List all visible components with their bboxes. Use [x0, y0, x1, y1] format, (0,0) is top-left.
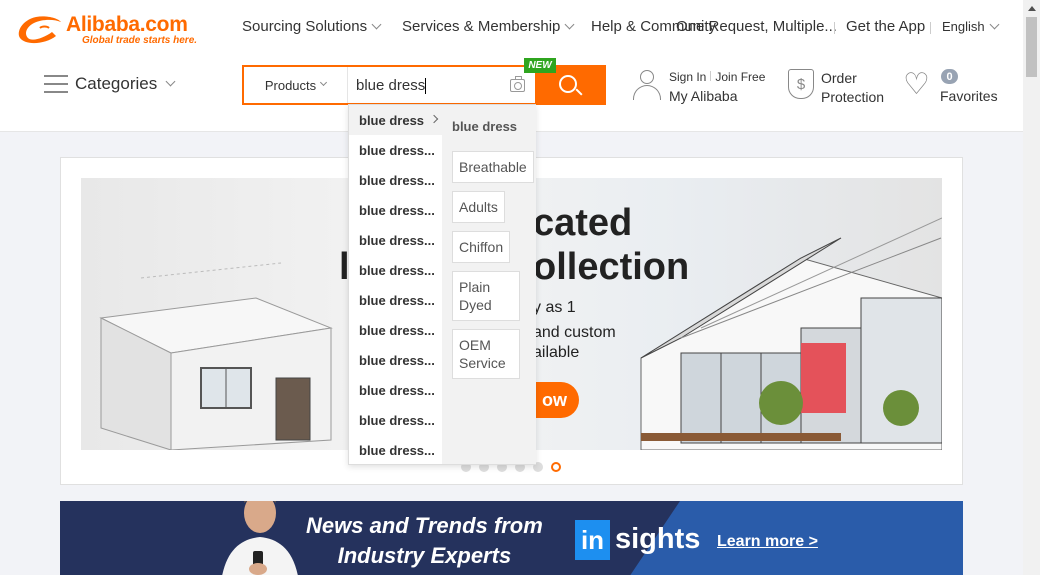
nav-rfq[interactable]: One Request, Multiple... — [676, 18, 837, 35]
suggestion-item[interactable]: blue dress... — [349, 405, 442, 435]
alibaba-logo[interactable]: Alibaba.com Global trade starts here. — [14, 12, 209, 48]
attribute-chip[interactable]: OEM Service — [452, 329, 520, 379]
search-category-label: Products — [264, 77, 317, 93]
suggestion-item[interactable]: blue dress... — [349, 345, 442, 375]
suggestion-item[interactable]: blue dress... — [349, 135, 442, 165]
attribute-chip[interactable]: Breathable — [452, 151, 534, 183]
nav-get-app[interactable]: Get the App — [846, 18, 925, 35]
scroll-thumb[interactable] — [1026, 17, 1037, 77]
nav-sourcing-solutions[interactable]: Sourcing Solutions — [242, 18, 382, 35]
nav-services-label: Services & Membership — [402, 18, 561, 35]
page-scrollbar[interactable] — [1023, 0, 1040, 575]
search-category-select[interactable]: Products — [244, 67, 348, 103]
suggestion-item[interactable]: blue dress... — [349, 375, 442, 405]
chevron-right-icon — [429, 114, 439, 124]
chevron-down-icon — [989, 19, 1000, 30]
brand-name: Alibaba.com — [66, 13, 188, 36]
suggestion-attribute-panel: blue dress Breathable Adults Chiffon Pla… — [442, 105, 536, 464]
insights-headline: News and Trends from Industry Experts — [306, 513, 543, 568]
my-alibaba-link[interactable]: My Alibaba — [669, 88, 737, 104]
search-icon — [559, 75, 577, 93]
categories-label: Categories — [75, 74, 158, 93]
insights-banner[interactable]: News and Trends from Industry Experts in… — [60, 501, 963, 575]
chevron-down-icon — [320, 78, 328, 86]
categories-menu[interactable]: Categories — [44, 74, 176, 94]
menu-icon — [44, 75, 68, 93]
nav-sourcing-label: Sourcing Solutions — [242, 18, 368, 35]
alibaba-smile-icon — [18, 16, 61, 44]
join-free-link[interactable]: Join Free — [715, 70, 765, 84]
nav-divider — [930, 22, 931, 34]
nav-rfq-label: One Request, Multiple... — [676, 18, 837, 35]
favorites-label: Favorites — [940, 88, 998, 104]
order-protection-label: Order Protection — [821, 70, 885, 105]
language-selector[interactable]: English — [942, 19, 1000, 34]
suggestion-item[interactable]: blue dress... — [349, 285, 442, 315]
text-caret — [425, 78, 426, 94]
suggestion-item[interactable]: blue dress... — [349, 195, 442, 225]
banner-sub-1: y as 1 — [533, 299, 576, 316]
banner-title-line2: ollection — [533, 246, 690, 288]
camera-icon[interactable] — [510, 76, 525, 92]
insights-logo-in: in — [575, 520, 610, 560]
chevron-down-icon — [564, 19, 575, 30]
suggestion-item[interactable]: blue dress... — [349, 165, 442, 195]
attribute-chip[interactable]: Adults — [452, 191, 505, 223]
suggestion-item[interactable]: blue dress... — [349, 435, 442, 465]
suggestion-item[interactable]: blue dress — [349, 105, 442, 135]
search-suggestions-dropdown: blue dress blue dress... blue dress... b… — [348, 104, 536, 465]
banner-title-line1: cated — [533, 202, 633, 244]
suggestion-item[interactable]: blue dress... — [349, 225, 442, 255]
search-input[interactable] — [356, 73, 506, 97]
shield-dollar-icon: $ — [788, 69, 814, 99]
nav-app-label: Get the App — [846, 18, 926, 35]
suggestion-panel-title: blue dress — [452, 119, 518, 134]
nav-services-membership[interactable]: Services & Membership — [402, 18, 575, 35]
chevron-down-icon — [165, 76, 176, 86]
learn-more-link[interactable]: Learn more > — [717, 533, 818, 551]
nav-divider — [834, 22, 835, 34]
scroll-up-arrow-icon[interactable] — [1028, 6, 1036, 11]
presenter-photo — [222, 501, 298, 575]
insights-logo-text: sights — [615, 523, 701, 555]
language-label: English — [942, 19, 985, 34]
brand-tagline: Global trade starts here. — [82, 35, 198, 46]
suggestion-list: blue dress blue dress... blue dress... b… — [349, 105, 442, 465]
banner-sub-3: ailable — [533, 344, 580, 361]
favorites-count-badge: 0 — [941, 69, 958, 84]
suggestion-item[interactable]: blue dress... — [349, 315, 442, 345]
heart-icon: ♡ — [903, 68, 930, 101]
banner-sub-2: and custom — [533, 324, 616, 341]
carousel-dot-active[interactable] — [551, 462, 561, 472]
attribute-chip[interactable]: Plain Dyed — [452, 271, 520, 321]
chevron-down-icon — [371, 19, 382, 30]
suggestion-item[interactable]: blue dress... — [349, 255, 442, 285]
sign-in-link[interactable]: Sign In — [669, 70, 706, 84]
attribute-chip[interactable]: Chiffon — [452, 231, 511, 263]
new-badge: NEW — [524, 58, 556, 73]
sign-links: Sign In Join Free — [669, 70, 765, 84]
user-icon[interactable] — [633, 70, 661, 102]
